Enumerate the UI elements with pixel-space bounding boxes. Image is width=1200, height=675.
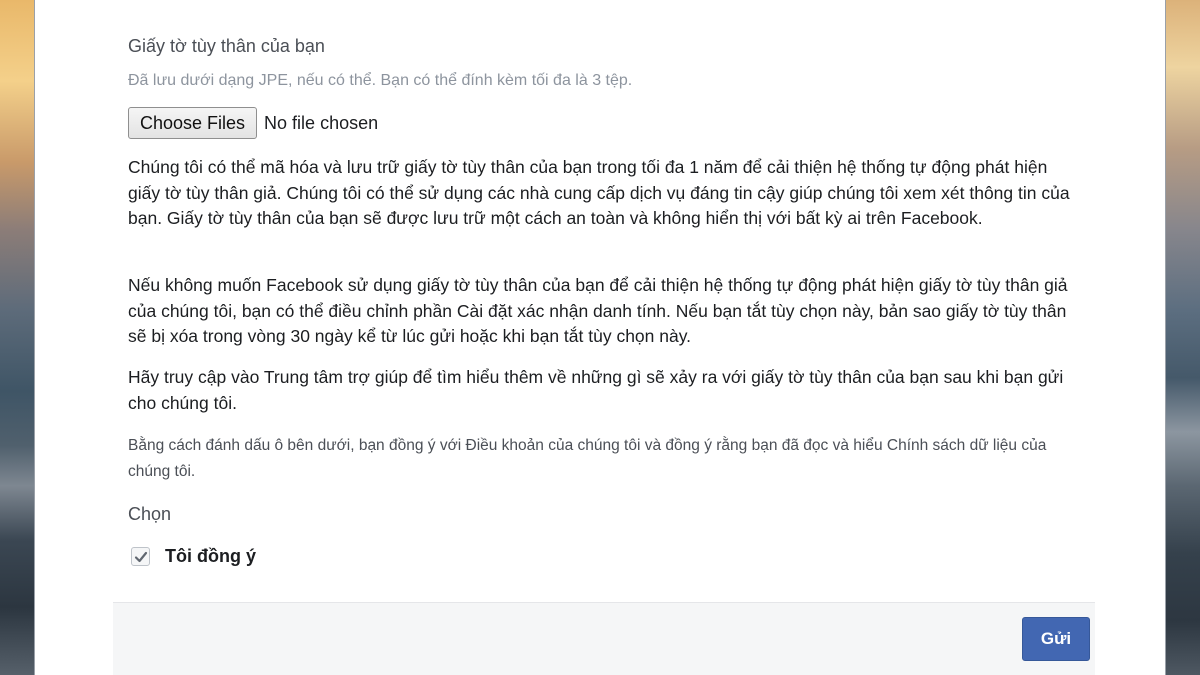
agree-checkbox-row[interactable]: Tôi đồng ý (131, 546, 256, 567)
opt-out-paragraph: Nếu không muốn Facebook sử dụng giấy tờ … (128, 275, 1068, 346)
file-status: No file chosen (264, 112, 379, 133)
background-photo-right (1166, 0, 1200, 675)
id-section-description: Đã lưu dưới dạng JPE, nếu có thể. Bạn có… (128, 72, 633, 89)
file-input: Choose Files No file chosen (128, 107, 378, 139)
dialog-footer: Gửi (113, 602, 1095, 675)
consent-label: Chọn (128, 504, 172, 524)
id-section-title: Giấy tờ tùy thân của bạn (128, 36, 325, 56)
id-upload-dialog: Giấy tờ tùy thân của bạn Đã lưu dưới dạn… (34, 0, 1166, 675)
storage-info-paragraph: Chúng tôi có thể mã hóa và lưu trữ giấy … (128, 157, 1070, 228)
choose-files-button[interactable]: Choose Files (128, 107, 258, 139)
submit-button[interactable]: Gửi (1022, 617, 1090, 661)
help-center-paragraph: Hãy truy cập vào Trung tâm trợ giúp để t… (128, 367, 1064, 413)
terms-paragraph: Bằng cách đánh dấu ô bên dưới, bạn đồng … (128, 437, 1047, 480)
agree-checkbox-label[interactable]: Tôi đồng ý (165, 546, 256, 567)
check-icon (134, 551, 148, 563)
agree-checkbox[interactable] (131, 547, 150, 566)
background-photo-left (0, 0, 34, 675)
